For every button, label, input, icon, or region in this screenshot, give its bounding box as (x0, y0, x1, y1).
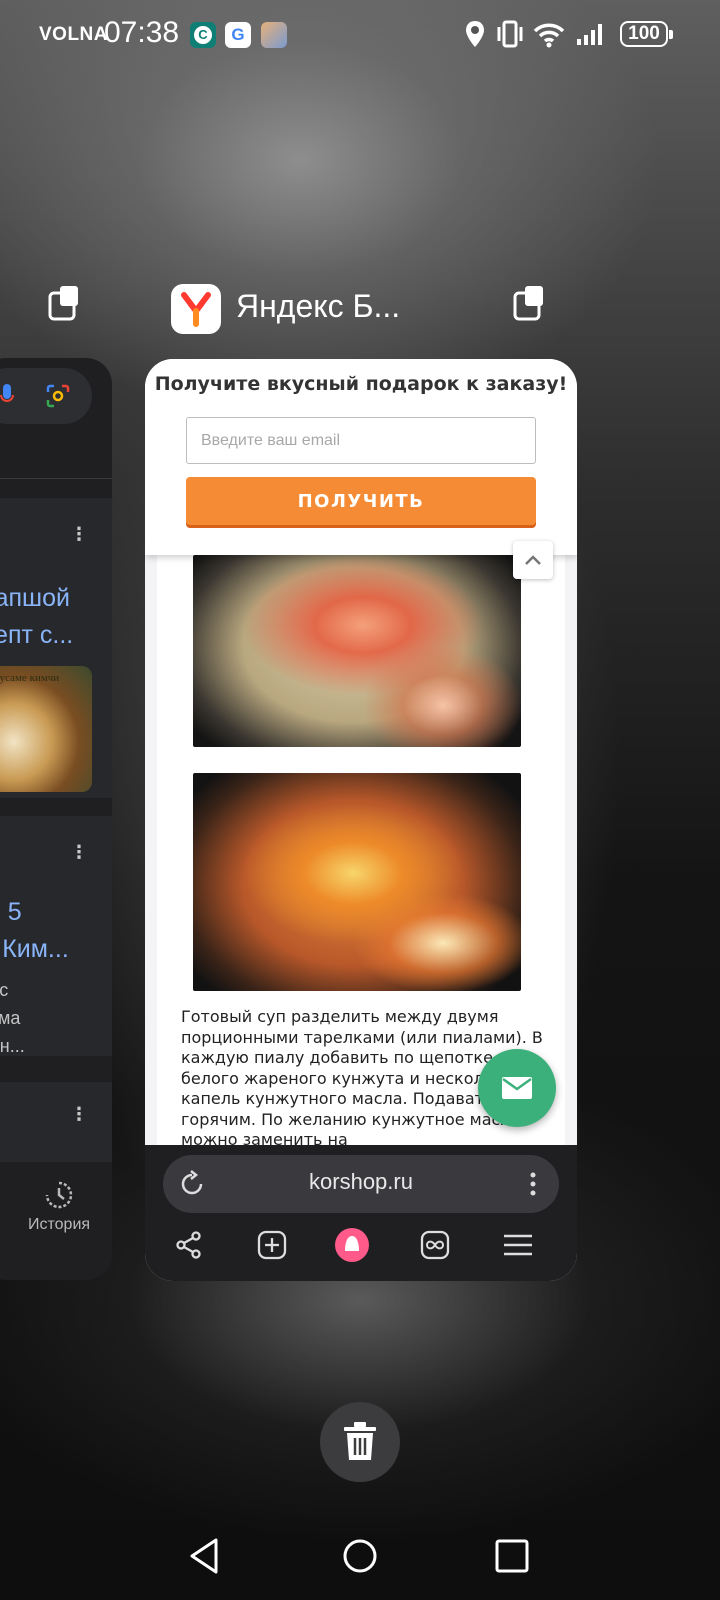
alice-assistant-icon[interactable] (334, 1227, 370, 1263)
recents-icon[interactable] (492, 1536, 532, 1576)
clear-all-button[interactable] (320, 1402, 400, 1482)
browser-toolbar: korshop.ru (145, 1145, 577, 1281)
location-icon (466, 21, 484, 47)
hamburger-menu-icon[interactable] (500, 1227, 536, 1263)
app-title: Яндекс Б... (236, 288, 401, 324)
split-screen-icon[interactable] (512, 284, 546, 322)
result-snippet-line: з (с (0, 980, 9, 1000)
result-title-line[interactable]: е, 5 (0, 894, 22, 931)
lens-icon[interactable] (46, 384, 70, 408)
status-bar: VOLNA 07:38 C G 100 (0, 0, 720, 70)
more-options-icon[interactable]: ⋮ (70, 526, 88, 544)
email-field[interactable] (186, 417, 536, 464)
kids-app-icon (261, 22, 287, 48)
recipe-photo-finished-soup (193, 773, 521, 991)
result-title-line[interactable]: цепт с... (0, 617, 73, 654)
new-tab-icon[interactable] (254, 1227, 290, 1263)
email-subscribe-button[interactable] (478, 1049, 556, 1127)
chevron-up-icon (525, 555, 541, 565)
home-icon[interactable] (340, 1536, 380, 1576)
tabs-switcher-icon[interactable] (417, 1227, 453, 1263)
history-icon[interactable] (44, 1180, 74, 1210)
yandex-browser-logo (171, 284, 221, 334)
cashback-app-icon: C (190, 22, 216, 48)
trash-icon (344, 1422, 376, 1460)
promo-title: Получите вкусный подарок к заказу! (154, 373, 568, 395)
mail-icon (502, 1077, 532, 1099)
address-bar[interactable]: korshop.ru (163, 1155, 559, 1213)
url-text[interactable]: korshop.ru (163, 1169, 559, 1195)
signal-icon (577, 24, 602, 45)
clock: 07:38 (104, 16, 180, 49)
result-title-line[interactable]: лапшой (0, 580, 70, 617)
more-options-icon[interactable]: ⋮ (70, 1106, 88, 1124)
promo-banner: Получите вкусный подарок к заказу! ПОЛУЧ… (145, 359, 577, 555)
share-icon[interactable] (171, 1227, 207, 1263)
recent-app-card-google[interactable]: ⋮ лапшой цепт с... харусаме кимчи ⋮ е, 5… (0, 358, 112, 1280)
history-label[interactable]: История (28, 1216, 90, 1234)
get-gift-button[interactable]: ПОЛУЧИТЬ (186, 477, 536, 525)
result-title-line[interactable]: ), Ким... (0, 931, 69, 968)
result-snippet-line: тама (0, 1008, 21, 1028)
result-thumbnail[interactable]: харусаме кимчи (0, 666, 92, 792)
result-snippet-line: пон... (0, 1036, 25, 1056)
microphone-icon[interactable] (0, 384, 14, 408)
google-icon: G (225, 22, 251, 48)
back-icon[interactable] (186, 1536, 226, 1576)
battery-indicator: 100 (620, 21, 673, 47)
search-bar[interactable] (0, 368, 92, 424)
vibrate-icon (497, 20, 523, 48)
wifi-icon (533, 23, 565, 48)
scroll-to-top-button[interactable] (513, 541, 553, 579)
kebab-menu-icon[interactable] (523, 1169, 543, 1199)
more-options-icon[interactable]: ⋮ (70, 844, 88, 862)
divider (0, 478, 112, 479)
thumbnail-caption: харусаме кимчи (0, 672, 60, 684)
recipe-photo-kimchi-in-broth (193, 555, 521, 747)
split-screen-icon[interactable] (47, 284, 81, 322)
carrier-label: VOLNA (39, 24, 108, 45)
search-result-2[interactable]: ⋮ е, 5 ), Ким... з (с тама пон... (0, 816, 112, 1056)
recent-app-card-yandex-browser[interactable]: Получите вкусный подарок к заказу! ПОЛУЧ… (145, 359, 577, 1281)
system-navigation-bar (0, 1520, 720, 1600)
search-result-3[interactable]: ⋮ (0, 1082, 112, 1162)
